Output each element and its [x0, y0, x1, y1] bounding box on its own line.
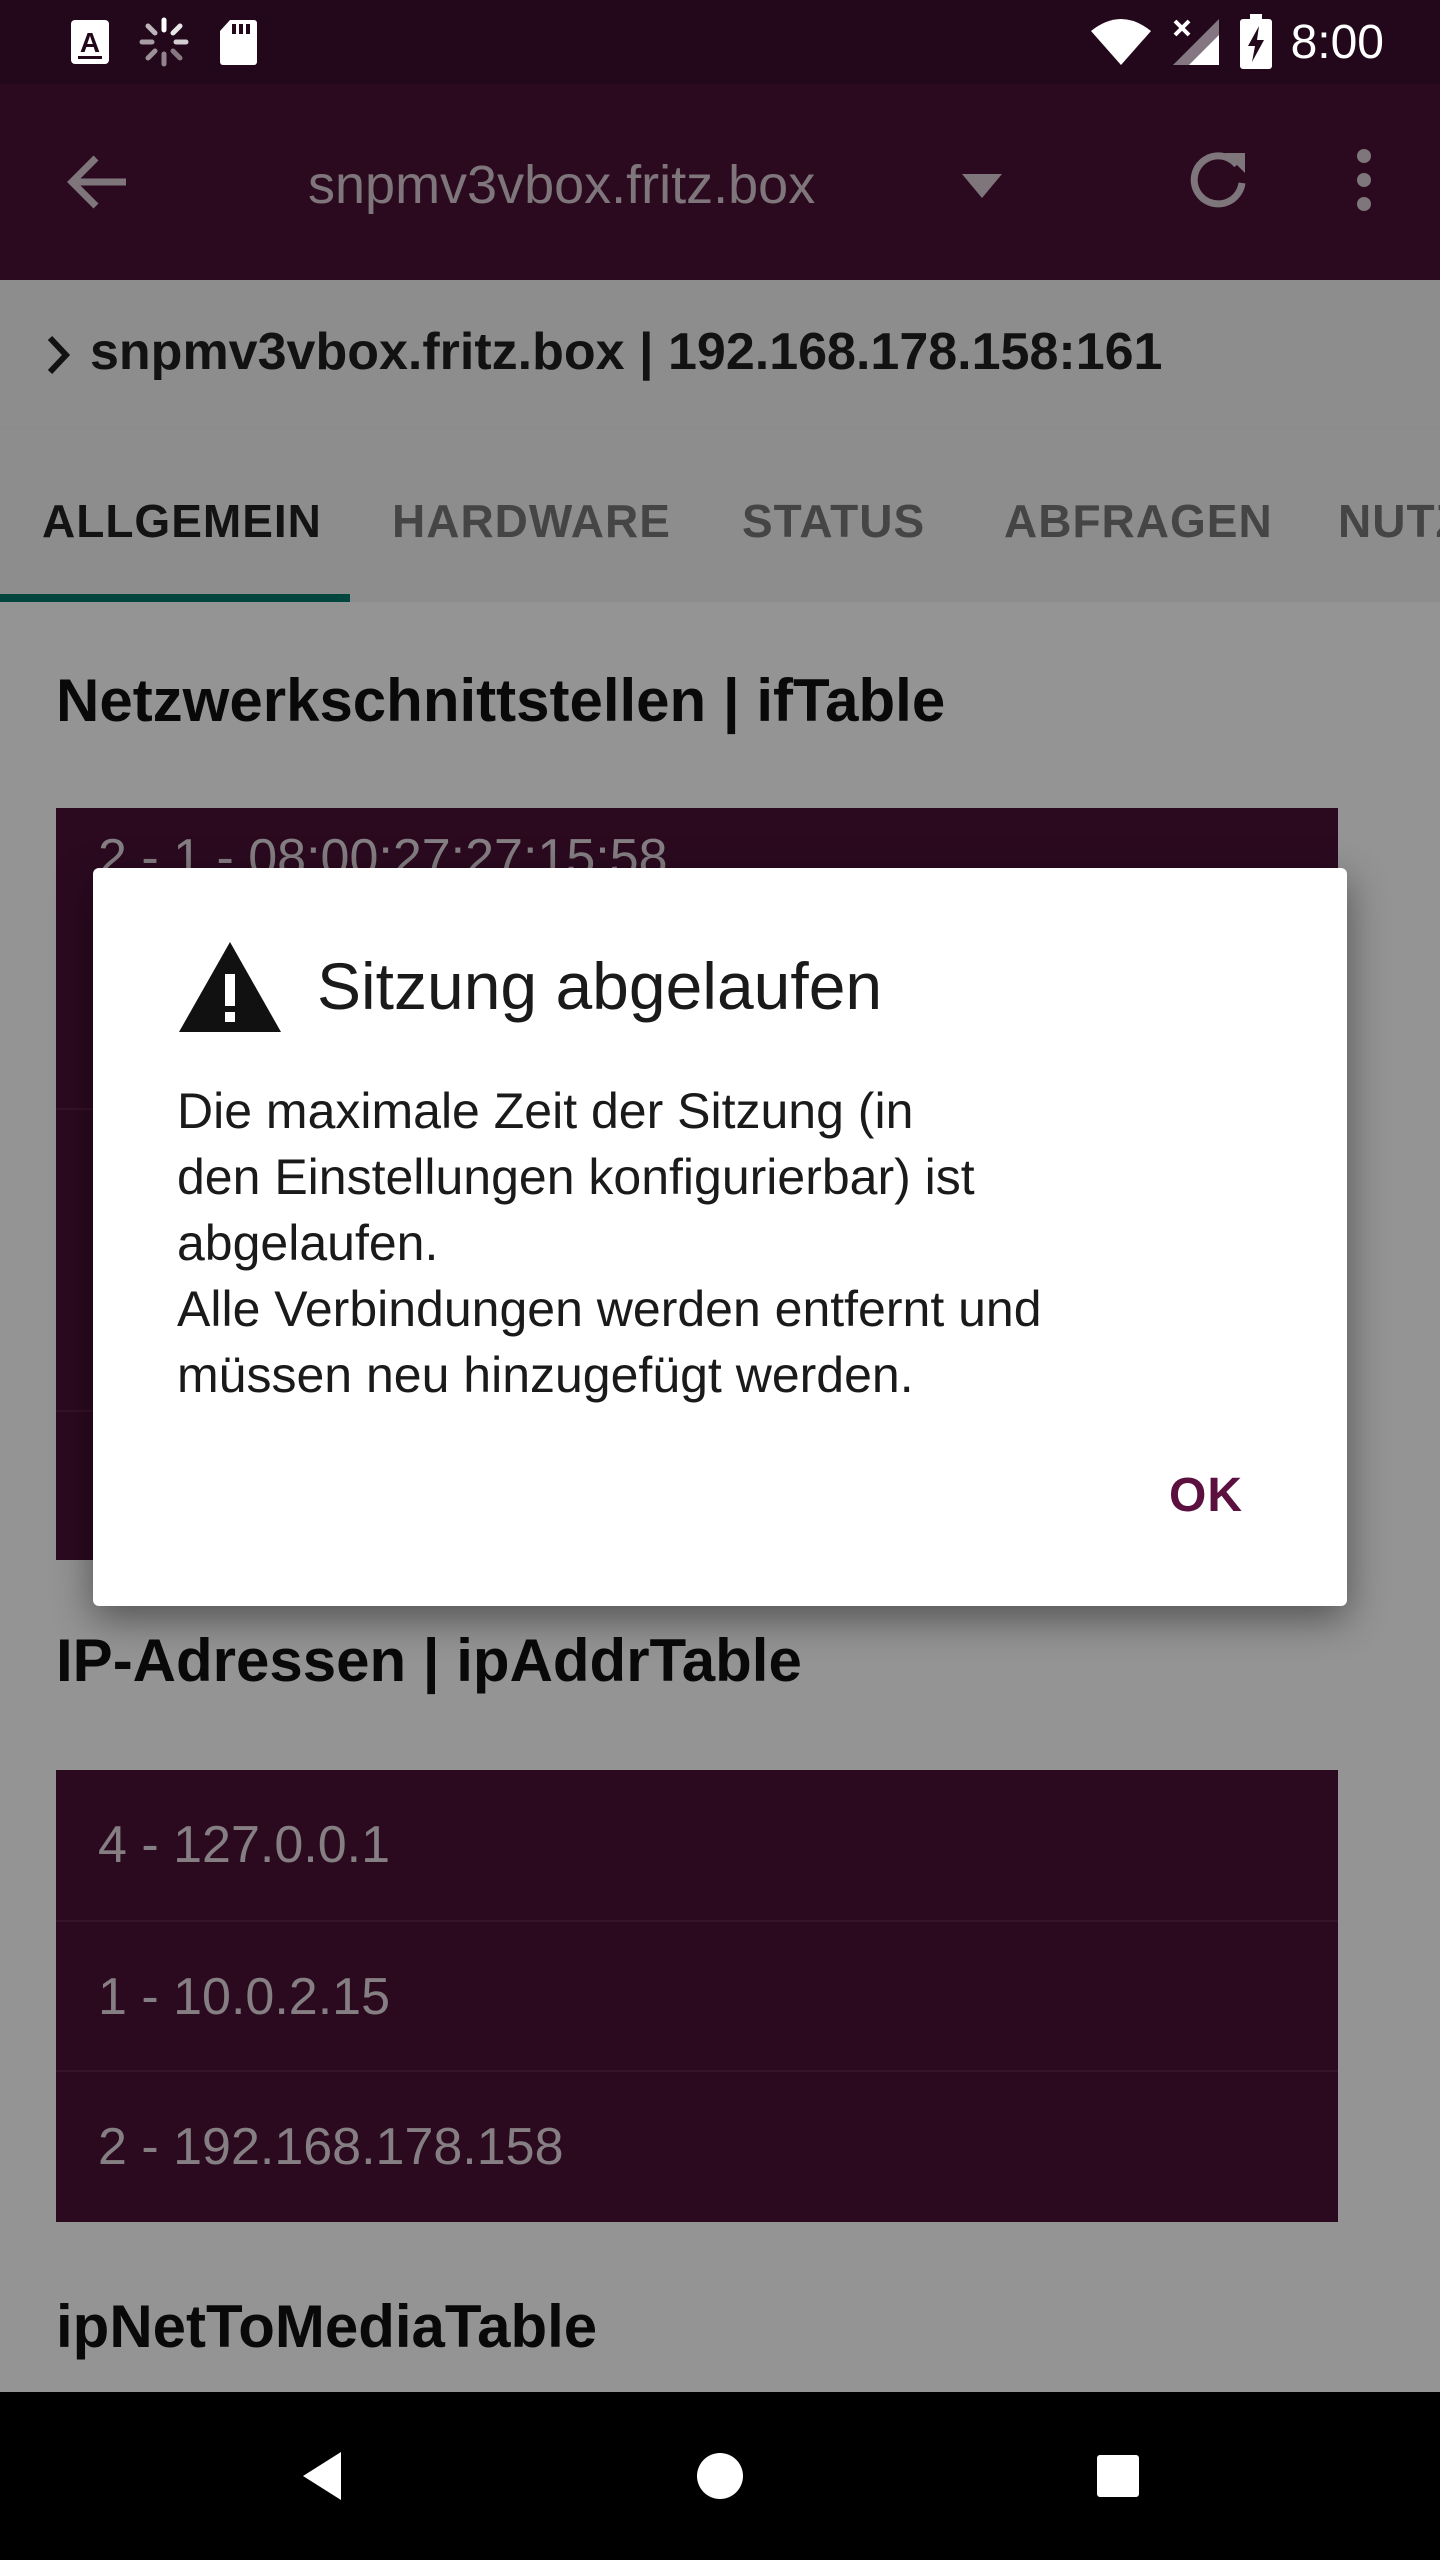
dialog-title: Sitzung abgelaufen — [317, 949, 883, 1023]
warning-icon — [179, 942, 281, 1032]
nav-back-icon — [303, 2452, 341, 2500]
loading-spinner-icon — [139, 17, 189, 67]
nav-back-button[interactable] — [284, 2438, 360, 2514]
nav-recents-button[interactable] — [1080, 2438, 1156, 2514]
session-expired-dialog: Sitzung abgelaufen Die maximale Zeit der… — [93, 868, 1347, 1606]
clock-time: 8:00 — [1290, 15, 1384, 69]
font-notification-icon: A — [71, 20, 109, 64]
wifi-icon — [1090, 19, 1151, 65]
sd-card-icon — [220, 20, 257, 65]
dialog-message: Die maximale Zeit der Sitzung (in den Ei… — [177, 1083, 1042, 1403]
navigation-bar — [0, 2392, 1440, 2560]
cellular-no-signal-icon — [1172, 19, 1219, 65]
battery-charging-icon — [1239, 14, 1272, 69]
screen: A 8:00 snpmv3vbox.fritz.box snpmv3vbox.f… — [0, 0, 1440, 2560]
ok-button[interactable]: OK — [1169, 1468, 1243, 1523]
svg-text:A: A — [80, 27, 100, 58]
nav-home-button[interactable] — [682, 2438, 758, 2514]
nav-recents-icon — [1097, 2455, 1139, 2497]
nav-home-icon — [697, 2453, 743, 2499]
status-bar: A 8:00 — [0, 0, 1440, 84]
